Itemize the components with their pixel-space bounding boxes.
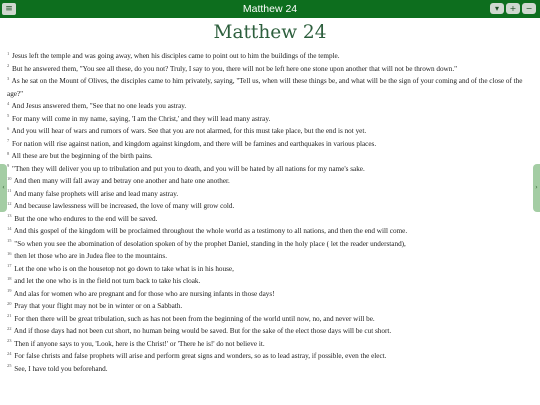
verse-text: Let the one who is on the housetop not g… (14, 264, 234, 273)
verse: 25 See, I have told you beforehand. (7, 363, 535, 376)
verse-text: And then many will fall away and betray … (13, 177, 230, 185)
verse: 13 But the one who endures to the end wi… (7, 213, 535, 226)
verse-text: All these are but the beginning of the b… (11, 152, 153, 160)
verse-list: 1 Jesus left the temple and was going aw… (7, 50, 535, 375)
verse: 23 Then if anyone says to you, 'Look, he… (7, 338, 535, 351)
verse: 21 For then there will be great tribulat… (7, 313, 535, 326)
verse-text: then let those who are in Judea flee to … (14, 252, 167, 260)
verse-number: 8 (7, 150, 10, 156)
verse: 12 And because lawlessness will be incre… (7, 200, 535, 213)
verse-text: For then there will be great tribulation… (14, 314, 375, 323)
verse-number: 20 (7, 300, 12, 306)
verse-number: 15 (7, 238, 12, 244)
verse: 14 And this gospel of the kingdom will b… (7, 225, 535, 238)
verse-text: And Jesus answered them, "See that no on… (11, 102, 187, 110)
verse-text: And many false prophets will arise and l… (13, 189, 179, 198)
verse-number: 9 (7, 163, 10, 169)
title-bar: ≡ Matthew 24 ▾ + − (0, 0, 540, 18)
verse-number: 23 (7, 338, 12, 344)
verse-text: "Then they will deliver you up to tribul… (12, 164, 365, 173)
verse-number: 2 (7, 63, 10, 69)
verse-text: For many will come in my name, saying, '… (12, 114, 271, 123)
previous-chapter-tab[interactable]: ‹ (0, 164, 7, 212)
zoom-in-button[interactable]: + (506, 3, 520, 14)
verse-number: 11 (7, 188, 12, 194)
zoom-out-button[interactable]: − (522, 3, 536, 14)
verse-number: 10 (7, 175, 12, 181)
verse-text: Then if anyone says to you, 'Look, here … (14, 339, 265, 348)
verse: 2 But he answered them, "You see all the… (7, 63, 535, 76)
app-title: Matthew 24 (242, 3, 298, 15)
verse: 3 As he sat on the Mount of Olives, the … (7, 75, 535, 100)
verse-text: "So when you see the abomination of deso… (14, 239, 406, 248)
verse: 7 For nation will rise against nation, a… (7, 138, 535, 151)
verse-text: And alas for women who are pregnant and … (13, 289, 275, 298)
verse-text: See, I have told you beforehand. (14, 364, 108, 373)
verse: 22 And if those days had not been cut sh… (7, 325, 535, 338)
verse-text: And if those days had not been cut short… (13, 327, 392, 335)
verse-number: 12 (7, 200, 12, 206)
verse-number: 21 (7, 313, 12, 319)
verse-text: And because lawlessness will be increase… (13, 202, 235, 210)
verse: 16 then let those who are in Judea flee … (7, 250, 535, 263)
verse-number: 19 (7, 288, 12, 294)
verse: 18 and let the one who is in the field n… (7, 275, 535, 288)
verse: 19 And alas for women who are pregnant a… (7, 288, 535, 301)
verse-number: 16 (7, 250, 12, 256)
verse-number: 5 (7, 113, 10, 119)
verse-number: 14 (7, 225, 12, 231)
verse-number: 6 (7, 125, 10, 131)
verse-number: 17 (7, 263, 12, 269)
verse-number: 3 (7, 75, 10, 81)
verse-text: And this gospel of the kingdom will be p… (13, 227, 408, 235)
verse: 9 "Then they will deliver you up to trib… (7, 163, 535, 176)
verse-text: But the one who endures to the end will … (14, 214, 158, 223)
toolbar-buttons: ▾ + − (490, 3, 536, 14)
verse: 5 For many will come in my name, saying,… (7, 113, 535, 126)
dropdown-button[interactable]: ▾ (490, 3, 504, 14)
verse-text: But he answered them, "You see all these… (12, 64, 458, 73)
verse-number: 4 (7, 100, 10, 106)
verse-number: 7 (7, 138, 10, 144)
verse: 24 For false christs and false prophets … (7, 350, 535, 363)
verse-number: 1 (7, 50, 10, 56)
verse: 10 And then many will fall away and betr… (7, 175, 535, 188)
verse: 4 And Jesus answered them, "See that no … (7, 100, 535, 113)
verse-number: 18 (7, 275, 12, 281)
chapter-title: Matthew 24 (213, 22, 327, 43)
verse: 20 Pray that your flight may not be in w… (7, 300, 535, 313)
verse-number: 25 (7, 363, 12, 369)
verse: 11 And many false prophets will arise an… (7, 188, 535, 201)
verse-text: For nation will rise against nation, and… (12, 139, 377, 148)
verse-number: 13 (7, 213, 12, 219)
verse: 17 Let the one who is on the housetop no… (7, 263, 535, 276)
verse: 8 All these are but the beginning of the… (7, 150, 535, 163)
verse-text: Pray that your flight may not be in wint… (14, 302, 183, 310)
verse-text: and let the one who is in the field not … (14, 277, 201, 285)
verse-number: 22 (7, 325, 12, 331)
verse: 15 "So when you see the abomination of d… (7, 238, 535, 251)
verse-text: Jesus left the temple and was going away… (12, 52, 340, 60)
verse: 6 And you will hear of wars and rumors o… (7, 125, 535, 138)
verse-text: And you will hear of wars and rumors of … (11, 127, 367, 135)
verse-text: For false christs and false prophets wil… (14, 352, 387, 360)
verse-text: As he sat on the Mount of Olives, the di… (7, 77, 523, 98)
verse: 1 Jesus left the temple and was going aw… (7, 50, 535, 63)
verse-number: 24 (7, 350, 12, 356)
